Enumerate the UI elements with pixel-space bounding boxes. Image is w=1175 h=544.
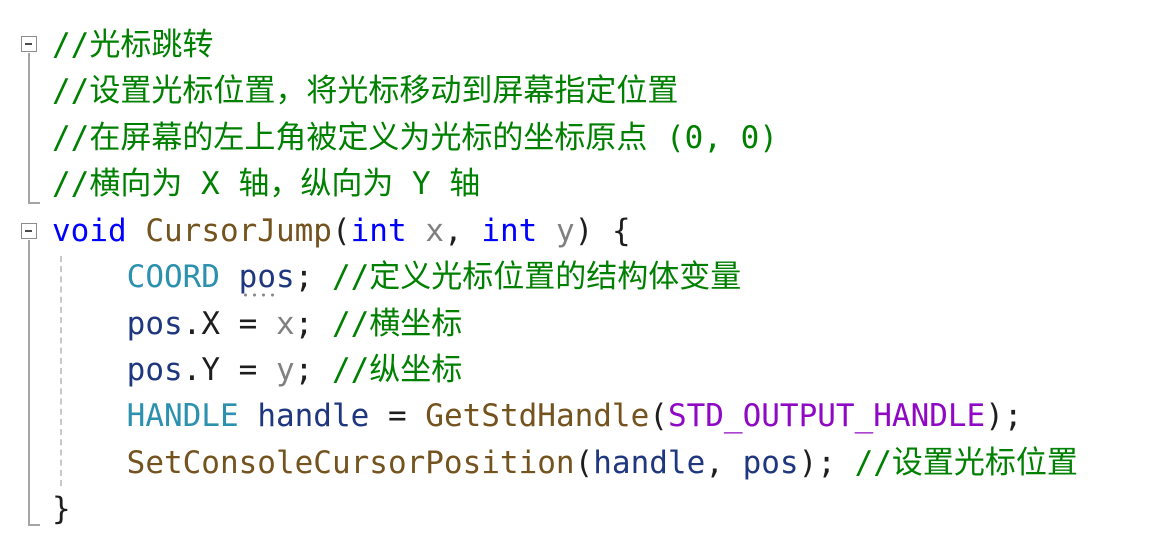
code-line[interactable]: pos.Y = y; //纵坐标 (52, 347, 463, 393)
function-name-token: GetStdHandle (425, 398, 650, 434)
comment-token: //横向为 X 轴，纵向为 Y 轴 (52, 166, 481, 202)
punctuation-token: ); (798, 445, 855, 481)
parameter-token: y (275, 352, 295, 388)
keyword-token: int (350, 213, 407, 249)
variable-token: pos (238, 259, 295, 295)
punctuation-token (239, 398, 258, 434)
fold-region-line (28, 240, 30, 525)
macro-token: STD_OUTPUT_HANDLE (667, 398, 986, 434)
comment-token: //设置光标位置 (854, 445, 1078, 481)
punctuation-token (52, 352, 127, 388)
type-token: HANDLE (126, 398, 239, 434)
code-line[interactable]: pos.X = x; //横坐标 (52, 301, 463, 347)
code-line[interactable]: void CursorJump(int x, int y) { (52, 208, 631, 254)
punctuation-token: ; (294, 352, 332, 388)
punctuation-token: ( (574, 445, 594, 481)
parameter-token: x (275, 306, 295, 342)
punctuation-token: ); (985, 398, 1023, 434)
punctuation-token (127, 213, 146, 249)
punctuation-token (52, 398, 127, 434)
comment-token: //在屏幕的左上角被定义为光标的坐标原点 (0, 0) (52, 120, 778, 156)
punctuation-token: , (443, 213, 482, 249)
fold-region-line (28, 53, 30, 203)
collapse-function-icon[interactable] (21, 223, 37, 239)
punctuation-token: ( (331, 213, 351, 249)
fold-region-end (28, 202, 40, 204)
punctuation-token: = (369, 398, 426, 434)
function-name-token: CursorJump (145, 213, 332, 249)
punctuation-token: ) { (574, 213, 631, 249)
punctuation-token (407, 213, 426, 249)
fold-region-end (28, 524, 40, 526)
code-line[interactable]: //设置光标位置，将光标移动到屏幕指定位置 (52, 68, 678, 114)
punctuation-token: , (705, 445, 743, 481)
comment-token: //纵坐标 (331, 352, 463, 388)
punctuation-token (537, 213, 556, 249)
code-line[interactable]: //光标跳转 (52, 22, 213, 68)
code-line[interactable]: SetConsoleCursorPosition(handle, pos); /… (52, 440, 1078, 486)
variable-token: handle (593, 445, 706, 481)
code-editor[interactable]: //光标跳转 //设置光标位置，将光标移动到屏幕指定位置 //在屏幕的左上角被定… (0, 0, 1175, 544)
punctuation-token: } (52, 491, 71, 527)
punctuation-token: ; (294, 259, 332, 295)
variable-token: pos (742, 445, 799, 481)
variable-token: pos (126, 306, 183, 342)
comment-token: //设置光标位置，将光标移动到屏幕指定位置 (52, 73, 679, 109)
parameter-token: x (425, 213, 444, 249)
function-name-token: SetConsoleCursorPosition (126, 445, 575, 481)
punctuation-token (52, 259, 127, 295)
code-line[interactable]: //在屏幕的左上角被定义为光标的坐标原点 (0, 0) (52, 115, 778, 161)
variable-token: pos (126, 352, 183, 388)
comment-token: //横坐标 (331, 306, 463, 342)
code-line[interactable]: COORD pos; //定义光标位置的结构体变量 (52, 254, 742, 300)
code-line[interactable]: } (52, 486, 71, 532)
punctuation-token (52, 445, 127, 481)
comment-token: //定义光标位置的结构体变量 (331, 259, 742, 295)
parameter-token: y (555, 213, 575, 249)
punctuation-token: .X = (182, 306, 276, 342)
punctuation-token: ( (649, 398, 668, 434)
code-line[interactable]: HANDLE handle = GetStdHandle(STD_OUTPUT_… (52, 393, 1023, 439)
punctuation-token: .Y = (182, 352, 276, 388)
variable-token: handle (257, 398, 370, 434)
code-line[interactable]: //横向为 X 轴，纵向为 Y 轴 (52, 161, 480, 207)
punctuation-token: ; (294, 306, 332, 342)
comment-token: //光标跳转 (52, 27, 214, 63)
punctuation-token (52, 306, 127, 342)
keyword-token: void (52, 213, 127, 249)
type-token: COORD (126, 259, 220, 295)
punctuation-token (220, 259, 239, 295)
keyword-token: int (481, 213, 538, 249)
collapse-comment-block-icon[interactable] (21, 36, 37, 52)
